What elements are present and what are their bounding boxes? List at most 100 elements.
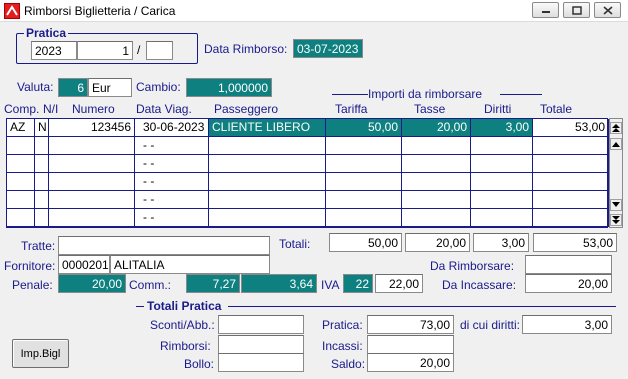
cell-tariffa[interactable]	[326, 137, 402, 155]
cell-tariffa[interactable]	[326, 155, 402, 173]
cell-comp[interactable]	[7, 137, 35, 155]
cell-comp[interactable]	[7, 173, 35, 191]
cell-tasse[interactable]	[402, 137, 471, 155]
saldo-field: 20,00	[367, 353, 454, 372]
cell-ni[interactable]	[35, 173, 49, 191]
iva-aliquota-field[interactable]: 22	[343, 274, 373, 293]
cell-ni[interactable]	[35, 209, 49, 227]
cell-diritti[interactable]	[471, 191, 533, 209]
cell-passeggero[interactable]	[209, 191, 326, 209]
cell-passeggero[interactable]	[209, 155, 326, 173]
scroll-top-button[interactable]	[610, 122, 622, 134]
minimize-button[interactable]	[532, 2, 559, 18]
table-row[interactable]: - -	[7, 137, 609, 155]
valuta-code-field[interactable]: 6	[58, 78, 88, 97]
cell-ni[interactable]	[35, 155, 49, 173]
cell-ni[interactable]	[35, 191, 49, 209]
scroll-up-button[interactable]	[610, 138, 622, 150]
table-row[interactable]: - -	[7, 155, 609, 173]
cell-tariffa[interactable]	[326, 191, 402, 209]
table-row[interactable]: - -	[7, 191, 609, 209]
col-passeggero-header: Passeggero	[214, 102, 279, 116]
cell-tariffa[interactable]	[326, 173, 402, 191]
grid-scrollbar[interactable]	[609, 118, 623, 228]
table-row[interactable]: - -	[7, 209, 609, 227]
comm-value-field[interactable]: 3,64	[241, 274, 317, 293]
totali-label: Totali:	[279, 237, 311, 251]
maximize-icon	[571, 5, 582, 15]
tratte-field[interactable]	[58, 236, 270, 255]
up-arrow-icon	[612, 142, 620, 147]
cell-numero[interactable]	[49, 209, 135, 227]
cambio-label: Cambio:	[136, 80, 181, 94]
pratica-numero-field[interactable]: 1	[77, 41, 133, 60]
comm-label: Comm.:	[129, 278, 171, 292]
fornitore-label: Fornitore:	[4, 259, 56, 273]
cell-diritti[interactable]: 3,00	[471, 119, 533, 137]
cell-tasse[interactable]	[402, 191, 471, 209]
close-button[interactable]	[594, 2, 621, 18]
cell-passeggero[interactable]	[209, 137, 326, 155]
cell-numero[interactable]: 123456	[49, 119, 135, 137]
col-data-viag-header: Data Viag.	[136, 102, 192, 116]
cell-passeggero[interactable]	[209, 173, 326, 191]
table-row[interactable]: AZ N 123456 30-06-2023 CLIENTE LIBERO 50,00 20…	[7, 119, 609, 137]
cell-comp[interactable]	[7, 191, 35, 209]
cell-totale[interactable]	[533, 209, 609, 227]
cell-totale[interactable]	[533, 191, 609, 209]
cell-numero[interactable]	[49, 191, 135, 209]
scroll-down-button[interactable]	[610, 199, 622, 211]
pratica-totale-field: 73,00	[367, 315, 454, 334]
cell-comp[interactable]	[7, 155, 35, 173]
cell-data[interactable]: - -	[135, 155, 209, 173]
fornitore-name-field[interactable]: ALITALIA	[110, 255, 270, 274]
pratica-suffisso-field[interactable]	[146, 41, 173, 60]
cell-diritti[interactable]	[471, 173, 533, 191]
cell-data[interactable]: 30-06-2023	[135, 119, 209, 137]
cell-totale[interactable]	[533, 137, 609, 155]
cell-tasse[interactable]	[402, 173, 471, 191]
cell-tariffa[interactable]	[326, 209, 402, 227]
cell-passeggero[interactable]: CLIENTE LIBERO	[209, 119, 326, 137]
cell-ni[interactable]: N	[35, 119, 49, 137]
cell-diritti[interactable]	[471, 155, 533, 173]
cell-tasse[interactable]	[402, 209, 471, 227]
cell-data[interactable]: - -	[135, 137, 209, 155]
cell-diritti[interactable]	[471, 137, 533, 155]
cell-totale[interactable]	[533, 173, 609, 191]
col-tariffa-header: Tariffa	[335, 102, 368, 116]
col-comp-header: Comp.	[4, 102, 40, 116]
cell-comp[interactable]	[7, 209, 35, 227]
rimborsi-label: Rimborsi:	[160, 339, 211, 353]
penale-field[interactable]: 20,00	[58, 274, 126, 293]
cell-data[interactable]: - -	[135, 209, 209, 227]
pratica-anno-field[interactable]: 2023	[31, 41, 77, 60]
imp-bigl-button[interactable]: Imp.Bigl	[12, 339, 69, 368]
table-row[interactable]: - -	[7, 173, 609, 191]
valuta-name-field[interactable]: Eur	[88, 78, 132, 97]
comm-perc-field[interactable]: 7,27	[186, 274, 240, 293]
maximize-button[interactable]	[563, 2, 590, 18]
cell-totale[interactable]	[533, 155, 609, 173]
cell-comp[interactable]: AZ	[7, 119, 35, 137]
cell-tasse[interactable]: 20,00	[402, 119, 471, 137]
scroll-bottom-button[interactable]	[610, 214, 622, 226]
tickets-grid[interactable]: AZ N 123456 30-06-2023 CLIENTE LIBERO 50,00 20…	[6, 118, 609, 228]
data-rimborso-field[interactable]: 03-07-2023	[293, 39, 363, 58]
bollo-field	[218, 353, 304, 372]
cell-data[interactable]: - -	[135, 173, 209, 191]
cell-totale[interactable]: 53,00	[533, 119, 609, 137]
cell-data[interactable]: - -	[135, 191, 209, 209]
cell-numero[interactable]	[49, 173, 135, 191]
cell-passeggero[interactable]	[209, 209, 326, 227]
cell-ni[interactable]	[35, 137, 49, 155]
cell-diritti[interactable]	[471, 209, 533, 227]
pratica-separator: /	[137, 43, 141, 57]
cell-tariffa[interactable]: 50,00	[326, 119, 402, 137]
di-cui-diritti-label: di cui diritti:	[460, 318, 521, 332]
fornitore-code-field[interactable]: 0000201	[58, 255, 110, 274]
cambio-field[interactable]: 1,000000	[186, 78, 272, 97]
cell-numero[interactable]	[49, 155, 135, 173]
cell-tasse[interactable]	[402, 155, 471, 173]
cell-numero[interactable]	[49, 137, 135, 155]
